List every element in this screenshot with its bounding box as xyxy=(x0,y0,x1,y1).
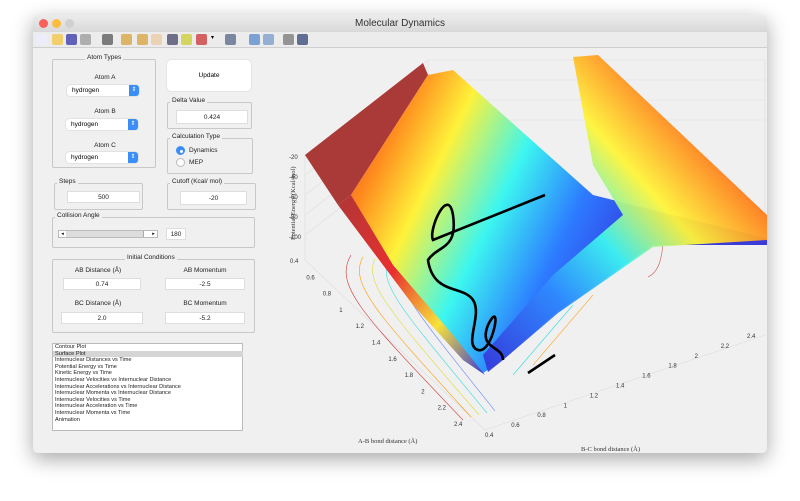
y-tick-label: 2.2 xyxy=(721,344,730,350)
y-tick-label: 1.2 xyxy=(590,393,599,399)
x-tick-label: 1.8 xyxy=(405,373,414,379)
surface-plot[interactable]: -20-40-60-80-1000.40.60.811.21.41.61.822… xyxy=(33,15,767,453)
app-window: Molecular Dynamics ▾ Atom Types Atom A h… xyxy=(33,15,767,453)
y-tick-label: 0.8 xyxy=(537,413,546,419)
y-tick-label: 1.8 xyxy=(668,364,677,370)
x-tick-label: 1.4 xyxy=(372,341,381,347)
z-axis-label: Potential Energy (Kcal/mol) xyxy=(290,166,297,240)
y-tick-label: 0.4 xyxy=(485,433,494,439)
y-axis-label: B-C bond distance (Å) xyxy=(581,445,640,453)
x-tick-label: 0.4 xyxy=(290,259,299,265)
x-tick-label: 2 xyxy=(421,389,425,395)
y-tick-label: 1.6 xyxy=(642,374,651,380)
x-tick-label: 1.2 xyxy=(356,324,365,330)
x-tick-label: 0.8 xyxy=(323,292,332,298)
y-tick-label: 2.4 xyxy=(747,334,756,340)
y-tick-label: 1 xyxy=(564,403,568,409)
y-tick-label: 1.4 xyxy=(616,384,625,390)
x-tick-label: 0.6 xyxy=(306,275,315,281)
y-tick-label: 2 xyxy=(695,354,699,360)
x-tick-label: 2.2 xyxy=(438,406,447,412)
x-tick-label: 1.6 xyxy=(388,357,397,363)
y-tick-label: 0.6 xyxy=(511,423,520,429)
z-tick-label: -20 xyxy=(289,155,298,161)
x-tick-label: 2.4 xyxy=(454,422,463,428)
x-tick-label: 1 xyxy=(339,308,343,314)
x-axis-label: A-B bond distance (Å) xyxy=(358,437,417,445)
